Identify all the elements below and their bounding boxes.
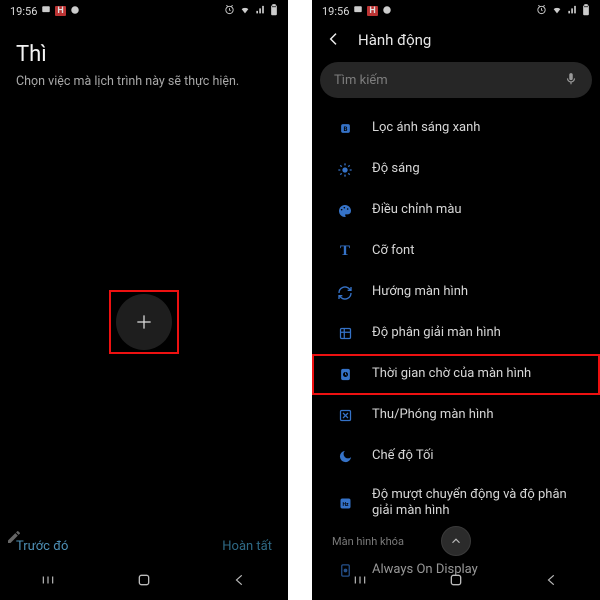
- action-motion-smoothness[interactable]: Hz Độ mượt chuyển động và độ phân giải m…: [312, 477, 600, 529]
- wifi-icon: [239, 5, 251, 18]
- nav-recents[interactable]: [28, 573, 68, 587]
- nav-bar: [0, 560, 288, 600]
- palette-icon: [334, 203, 356, 219]
- alarm-icon: [224, 4, 235, 18]
- back-button[interactable]: [326, 31, 342, 50]
- notif-icon: [41, 5, 51, 18]
- list-item-label: Điều chỉnh màu: [372, 202, 586, 218]
- action-brightness[interactable]: Độ sáng: [312, 149, 600, 190]
- status-time: 19:56: [10, 5, 37, 18]
- list-item-label: Độ sáng: [372, 161, 586, 177]
- action-font-size[interactable]: T Cỡ font: [312, 231, 600, 272]
- status-bar: 19:56 H: [312, 0, 600, 22]
- list-item-label: Độ phân giải màn hình: [372, 325, 586, 341]
- phone-left: 19:56 H Thì Chọn việc mà l: [0, 0, 288, 600]
- signal-icon: [567, 5, 578, 18]
- add-action-button[interactable]: [116, 294, 172, 350]
- notif-icon-2: [70, 5, 80, 18]
- font-icon: T: [334, 243, 356, 260]
- battery-icon: [582, 4, 590, 19]
- list-item-label: Thời gian chờ của màn hình: [372, 366, 586, 382]
- nav-recents[interactable]: [340, 573, 380, 587]
- phone-right: 19:56 H Hành: [312, 0, 600, 600]
- done-button[interactable]: Hoàn tất: [222, 539, 272, 554]
- header-title: Hành động: [358, 31, 431, 49]
- status-time: 19:56: [322, 5, 349, 18]
- svg-text:Hz: Hz: [342, 502, 349, 508]
- search-input[interactable]: Tìm kiếm: [320, 62, 592, 98]
- status-bar: 19:56 H: [0, 0, 288, 22]
- blue-light-icon: B: [334, 121, 356, 136]
- search-placeholder: Tìm kiếm: [334, 73, 388, 88]
- signal-icon: [255, 5, 266, 18]
- header: Hành động: [312, 22, 600, 58]
- action-color-adjust[interactable]: Điều chỉnh màu: [312, 190, 600, 231]
- action-dark-mode[interactable]: Chế độ Tối: [312, 436, 600, 477]
- timer-icon: [334, 367, 356, 382]
- action-zoom[interactable]: Thu/Phóng màn hình: [312, 395, 600, 436]
- action-screen-timeout[interactable]: Thời gian chờ của màn hình: [312, 354, 600, 395]
- notif-icon: [353, 5, 363, 18]
- list-item-label: Độ mượt chuyển động và độ phân giải màn …: [372, 487, 586, 520]
- notif-badge: H: [55, 6, 65, 16]
- wifi-icon: [551, 5, 563, 18]
- scroll-top-button[interactable]: [441, 526, 471, 556]
- resolution-icon: [334, 326, 356, 341]
- svg-text:B: B: [343, 125, 347, 133]
- previous-button[interactable]: Trước đó: [16, 539, 68, 554]
- nav-home[interactable]: [124, 572, 164, 588]
- brightness-icon: [334, 162, 356, 178]
- battery-icon: [270, 4, 278, 19]
- action-resolution[interactable]: Độ phân giải màn hình: [312, 313, 600, 354]
- notif-badge: H: [367, 6, 377, 16]
- page-subtitle: Chọn việc mà lịch trình này sẽ thực hiện…: [16, 73, 272, 91]
- notif-icon-2: [382, 5, 392, 18]
- page-title: Thì: [16, 42, 272, 67]
- list-item-label: Lọc ánh sáng xanh: [372, 120, 586, 136]
- moon-icon: [334, 449, 356, 464]
- action-orientation[interactable]: Hướng màn hình: [312, 272, 600, 313]
- action-blue-light-filter[interactable]: B Lọc ánh sáng xanh: [312, 108, 600, 149]
- nav-back[interactable]: [220, 573, 260, 587]
- list-item-label: Hướng màn hình: [372, 284, 586, 300]
- hz-icon: Hz: [334, 496, 356, 511]
- nav-bar: [312, 560, 600, 600]
- zoom-icon: [334, 408, 356, 423]
- list-item-label: Thu/Phóng màn hình: [372, 407, 586, 423]
- alarm-icon: [536, 4, 547, 18]
- rotate-icon: [334, 285, 356, 301]
- nav-back[interactable]: [532, 573, 572, 587]
- nav-home[interactable]: [436, 572, 476, 588]
- mic-icon[interactable]: [564, 72, 578, 89]
- list-item-label: Cỡ font: [372, 243, 586, 259]
- list-item-label: Chế độ Tối: [372, 448, 586, 464]
- action-list: B Lọc ánh sáng xanh Độ sáng Điều chỉnh m…: [312, 108, 600, 591]
- add-button-highlight: [109, 290, 179, 354]
